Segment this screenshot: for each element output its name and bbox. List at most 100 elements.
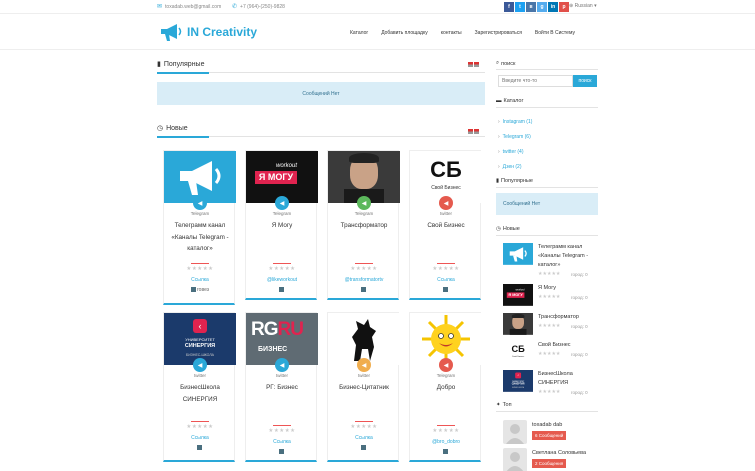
sidebar-new-item[interactable]: ‹ УНИВЕРСИТЕТ СИНЕРГИЯ БИЗНЕС-ШКОЛА Бизн… bbox=[503, 370, 598, 395]
card-link[interactable]: Ссылка bbox=[164, 435, 236, 441]
channel-card[interactable]: ◀ Telegram Телеграмм канал «Каналы Telegra… bbox=[163, 150, 236, 305]
card-link[interactable]: @transformatortv bbox=[328, 277, 400, 283]
card-link[interactable]: Ссылка bbox=[246, 439, 318, 445]
sidebar-new-item[interactable]: СБ Свой Бизнес Свой Бизнес ★★★★★ город: 0 bbox=[503, 341, 598, 365]
card-platform: twitter bbox=[193, 373, 206, 378]
channel-card[interactable]: ◀ Telegram Трансформатор ★★★★★ @transformato… bbox=[327, 150, 400, 300]
rating-stars[interactable]: ★★★★★ bbox=[410, 428, 482, 434]
catalog-heading-text: Каталог bbox=[503, 98, 524, 104]
card-link[interactable]: Ссылка bbox=[410, 277, 482, 283]
nav-register[interactable]: Зарегистрироваться bbox=[475, 30, 522, 36]
card-platform: twitter bbox=[439, 211, 452, 216]
user-name[interactable]: toxadab dab bbox=[532, 422, 562, 428]
avatar[interactable] bbox=[503, 448, 527, 471]
card-platform: Telegram bbox=[436, 373, 456, 378]
card-link[interactable]: @bro_dobro bbox=[410, 439, 482, 445]
rating-stars[interactable]: ★★★★★ bbox=[164, 266, 236, 272]
item-thumbnail[interactable]: СБ Свой Бизнес bbox=[503, 341, 533, 363]
phone-contact[interactable]: ✆ +7 (964)-(250)-9828 bbox=[232, 3, 285, 11]
nav-add-platform[interactable]: Добавить площадку bbox=[381, 30, 428, 36]
channel-card[interactable]: RGRU БИЗНЕС ◀ twitter РГ: Бизнес ★★★★★ Ссылк… bbox=[245, 312, 318, 462]
channel-card[interactable]: ‹ УНИВЕРСИТЕТ СИНЕРГИЯ БИЗНЕС-ШКОЛА ◀ twi… bbox=[163, 312, 236, 462]
twitter-icon[interactable]: t bbox=[515, 2, 525, 12]
item-title[interactable]: Трансформатор bbox=[538, 313, 598, 322]
catalog-item-label: Instagram (1) bbox=[502, 119, 533, 125]
bookmark-icon: ▮ bbox=[157, 61, 161, 68]
catalog-item-label: Telegram (6) bbox=[502, 134, 531, 140]
catalog-item[interactable]: › Instagram (1) bbox=[498, 119, 598, 125]
top-user[interactable]: Светлана Соловьева 2 Сообщения bbox=[503, 448, 598, 471]
site-logo[interactable]: IN Creativity bbox=[159, 22, 257, 42]
rating-stars[interactable]: ★★★★★ bbox=[246, 428, 318, 434]
catalog-item[interactable]: › Telegram (6) bbox=[498, 134, 598, 140]
nav-contacts[interactable]: контакты bbox=[441, 30, 462, 36]
vk-icon[interactable]: в bbox=[526, 2, 536, 12]
card-footer bbox=[328, 287, 400, 293]
channel-card[interactable]: ◀ twitter Бизнес-Цитатник ★★★★★ Ссылка bbox=[327, 312, 400, 462]
item-thumbnail[interactable] bbox=[503, 313, 533, 335]
catalog-item[interactable]: › twitter (4) bbox=[498, 149, 598, 155]
sidebar-new-item[interactable]: workout Я МОГУ Я Могу ★★★★★ город: 0 bbox=[503, 284, 598, 308]
linkedin-icon[interactable]: in bbox=[548, 2, 558, 12]
item-title[interactable]: Я Могу bbox=[538, 284, 598, 293]
rating-stars[interactable]: ★★★★★ bbox=[328, 424, 400, 430]
card-title[interactable]: Телеграмм канал «Каналы Telegram - катал… bbox=[168, 220, 232, 255]
flag-icon[interactable] bbox=[468, 62, 480, 67]
card-link[interactable]: @likeworkout bbox=[246, 277, 318, 283]
top-bar: ✉ toxadab.web@gmail.com ✆ +7 (964)-(250)… bbox=[0, 0, 755, 14]
facebook-icon[interactable]: f bbox=[504, 2, 514, 12]
item-thumbnail[interactable]: ‹ УНИВЕРСИТЕТ СИНЕРГИЯ БИЗНЕС-ШКОЛА bbox=[503, 370, 533, 392]
category-icon bbox=[443, 449, 448, 455]
card-footer: говез bbox=[164, 287, 236, 293]
search-heading-text: поиск bbox=[501, 60, 516, 67]
search-input[interactable] bbox=[498, 75, 573, 87]
item-title[interactable]: Телеграмм канал «Каналы Telegram - катал… bbox=[538, 243, 598, 270]
nav-login[interactable]: Войти В Систему bbox=[535, 30, 575, 36]
globe-icon: ⊕ bbox=[569, 3, 574, 9]
rating-stars[interactable]: ★★★★★ bbox=[410, 266, 482, 272]
card-title[interactable]: РГ: Бизнес bbox=[250, 382, 314, 394]
card-title[interactable]: Добро bbox=[414, 382, 478, 394]
card-title[interactable]: Свой Бизнес bbox=[414, 220, 478, 232]
rating-stars: ★★★★★ bbox=[538, 294, 561, 300]
title-underline bbox=[437, 425, 455, 426]
avatar[interactable] bbox=[503, 420, 527, 444]
nav-catalog[interactable]: Каталог bbox=[350, 30, 368, 36]
language-selector[interactable]: ⊕ Russian ▾ bbox=[569, 3, 597, 9]
pinterest-icon[interactable]: p bbox=[559, 2, 569, 12]
card-link[interactable]: Ссылка bbox=[328, 435, 400, 441]
catalog-item[interactable]: › Дзен (2) bbox=[498, 164, 598, 170]
category-icon bbox=[190, 287, 196, 293]
rating-stars[interactable]: ★★★★★ bbox=[328, 266, 400, 272]
card-title[interactable]: Бизнес-Цитатник bbox=[332, 382, 396, 394]
card-title[interactable]: БизнесШкола СИНЕРГИЯ bbox=[168, 382, 232, 405]
category-icon bbox=[443, 287, 448, 293]
category-icon bbox=[361, 445, 366, 451]
item-thumbnail[interactable]: workout Я МОГУ bbox=[503, 284, 533, 306]
item-thumbnail[interactable] bbox=[503, 243, 533, 265]
item-title[interactable]: Свой Бизнес bbox=[538, 341, 598, 350]
channel-card[interactable]: workout Я МОГУ ◀ Telegram Я Могу ★★★★★ @like… bbox=[245, 150, 318, 300]
search-heading: ⌕ поиск bbox=[496, 60, 515, 67]
rating-stars[interactable]: ★★★★★ bbox=[246, 266, 318, 272]
card-link[interactable]: Ссылка bbox=[164, 277, 236, 283]
top-user[interactable]: toxadab dab 6 Сообщений bbox=[503, 420, 598, 446]
card-title[interactable]: Я Могу bbox=[250, 220, 314, 232]
channel-card[interactable]: СБ Свой Бизнес ◀ twitter Свой Бизнес ★★★★★ С… bbox=[409, 150, 482, 300]
top-heading-text: Топ bbox=[502, 402, 512, 408]
item-title[interactable]: БизнесШкола СИНЕРГИЯ bbox=[538, 370, 598, 388]
sidebar-new-item[interactable]: Трансформатор ★★★★★ город: 0 bbox=[503, 313, 598, 337]
google-plus-icon[interactable]: g bbox=[537, 2, 547, 12]
title-underline bbox=[437, 263, 455, 264]
user-name[interactable]: Светлана Соловьева bbox=[532, 450, 586, 456]
search-button[interactable]: поиск bbox=[573, 75, 597, 87]
rating-stars: ★★★★★ bbox=[538, 323, 561, 329]
card-title[interactable]: Трансформатор bbox=[332, 220, 396, 232]
sidebar-new-item[interactable]: Телеграмм канал «Каналы Telegram - катал… bbox=[503, 243, 598, 277]
chevron-right-icon: › bbox=[498, 149, 500, 155]
rating-stars[interactable]: ★★★★★ bbox=[164, 424, 236, 430]
category-icon bbox=[279, 449, 284, 455]
email-contact[interactable]: ✉ toxadab.web@gmail.com bbox=[157, 3, 221, 11]
flag-icon[interactable] bbox=[468, 129, 480, 134]
channel-card[interactable]: ◀ Telegram Добро ★★★★★ @bro_dobro bbox=[409, 312, 482, 462]
